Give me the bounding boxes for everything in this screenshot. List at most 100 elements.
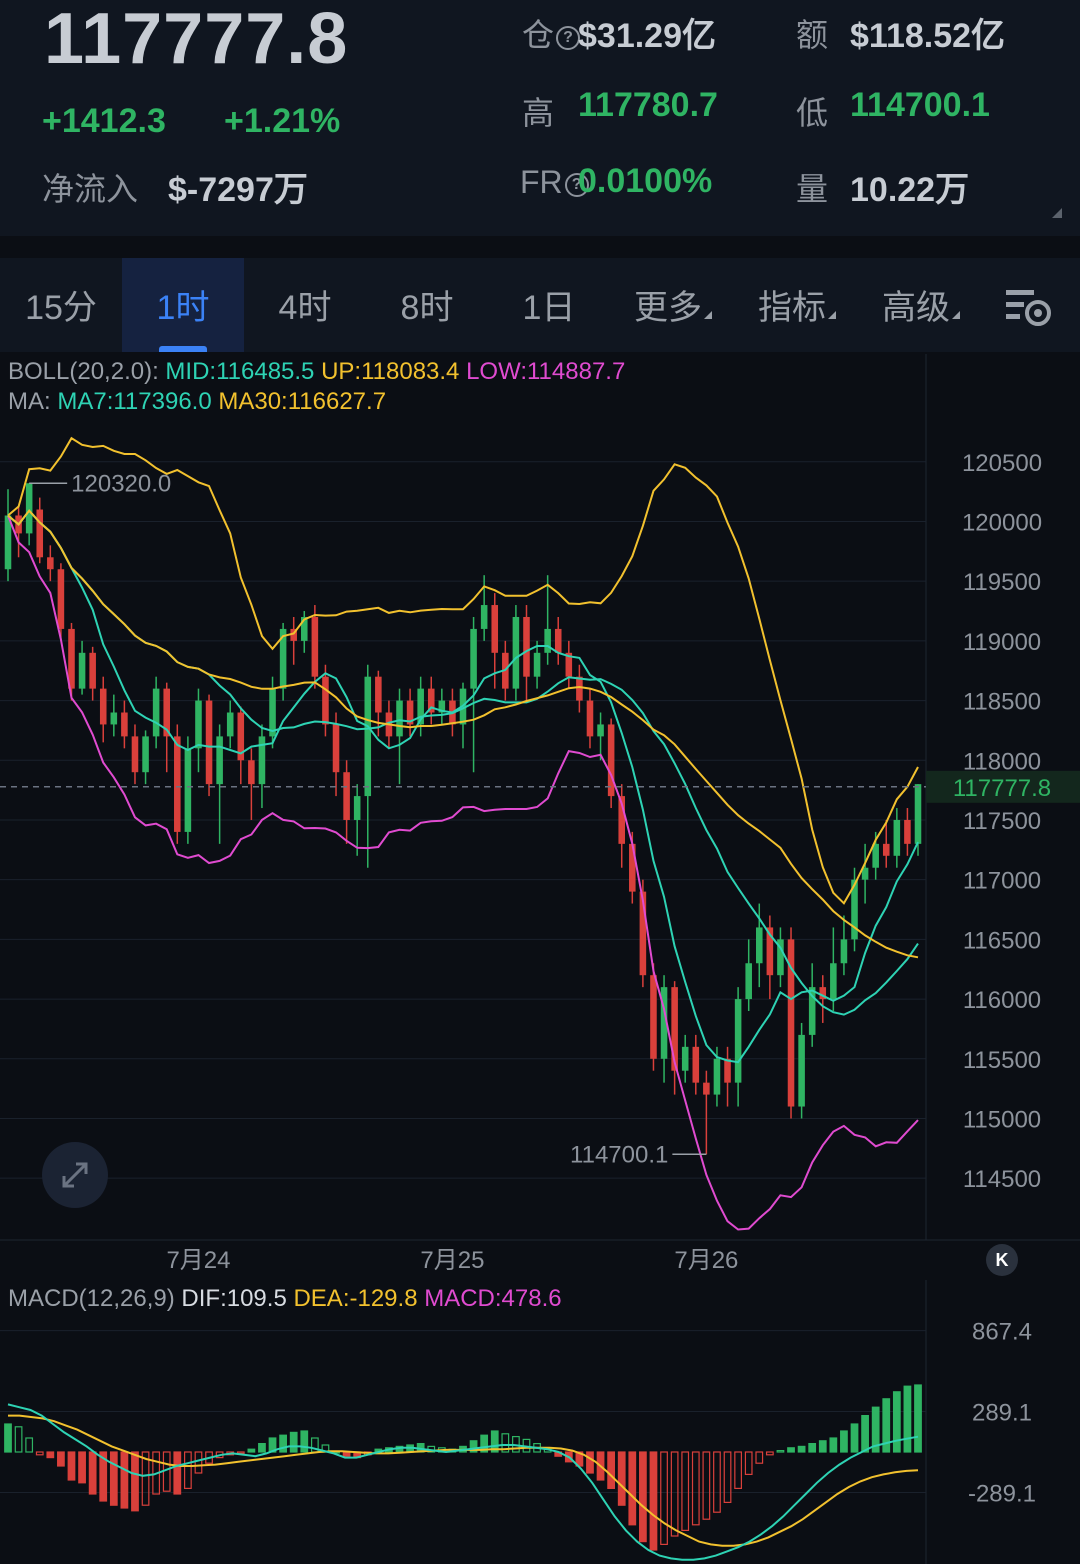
macd-bar [713,1451,721,1513]
expand-icon [62,1162,88,1188]
turnover-label: 额 [796,17,829,53]
tab-advanced[interactable]: 高级 [860,258,982,352]
candle-body [121,712,128,737]
x-tick-label: 7月26 [674,1247,738,1274]
chevron-left-icon[interactable]: K [986,1244,1018,1276]
candle-body [597,724,604,737]
candle-body [745,963,752,1000]
tab-label: 1日 [522,289,576,327]
macd-chart[interactable]: 867.4289.1-289.1-867.4 [0,1280,1080,1564]
boll-upper-line [7,436,919,905]
tab-label: 8时 [400,289,454,327]
candle-body [830,963,837,1000]
expand-header-icon[interactable] [1052,208,1062,218]
macd-bar [723,1451,732,1504]
y-tick-label: 118500 [963,689,1041,716]
macd-bar [586,1451,594,1474]
open-interest-label-text: 仓 [522,17,555,53]
candle-body [375,676,382,713]
macd-bar [57,1451,65,1467]
tab-4h[interactable]: 4时 [244,258,366,352]
macd-bar [797,1445,806,1453]
candle-body [533,652,541,677]
price-chart[interactable]: 1205001200001195001190001185001180001175… [0,354,1080,1280]
tab-8h[interactable]: 8时 [366,258,488,352]
candle-body [893,819,901,856]
macd-bar [173,1451,182,1495]
candle-body [216,736,223,785]
macd-bar [744,1451,753,1475]
tab-label: 1时 [156,289,210,327]
candle-body [195,700,202,749]
turnover-value: $118.52亿 [850,17,1006,55]
candle-body [353,796,361,820]
chart-settings-icon[interactable] [1004,286,1054,330]
tab-label: 指标 [758,289,826,327]
help-icon[interactable]: ? [556,26,581,50]
candle-body [36,509,44,558]
interval-tab-bar: 15分 1时 4时 8时 1日 更多 指标 高级 [0,258,1080,352]
candle-body [25,483,33,534]
macd-bar [247,1448,256,1453]
price-change: +1412.3 [42,102,166,140]
candle-body [576,676,583,701]
candle-body [755,927,763,964]
macd-bar [787,1447,795,1453]
macd-bar [300,1430,309,1453]
candle-body [872,843,879,868]
tab-indicators[interactable]: 指标 [736,258,858,352]
candle-body [798,1034,805,1107]
candle-body [544,628,551,653]
candle-body [882,843,890,856]
macd-bar [670,1451,679,1537]
last-price-tag-label: 117777.8 [953,775,1051,802]
net-inflow-value: $-7297万 [168,171,308,209]
macd-bar [67,1451,76,1481]
tab-label: 15分 [25,289,97,327]
candle-body [184,748,192,832]
macd-bar [660,1451,668,1546]
y-tick-label: 289.1 [972,1400,1032,1427]
candle-body [554,628,562,653]
macd-bar [279,1434,287,1453]
high-label: 高 [522,95,555,131]
boll-lower-line [7,515,919,1231]
open-interest-label: 仓? [522,10,582,56]
macd-bar [755,1451,764,1464]
candles [4,483,922,1155]
candle-body [491,605,499,653]
candle-body [681,1046,689,1071]
volume-value: 10.22万 [850,171,970,209]
active-tab-indicator [159,346,207,352]
candle-body [364,676,372,797]
candle-body [47,557,54,570]
candle-body [512,616,520,689]
y-tick-label: 115000 [963,1106,1041,1133]
y-tick-label: 117000 [963,868,1041,895]
candle-body [174,736,181,832]
macd-bar [892,1391,901,1453]
candle-body [343,772,350,820]
candle-body [724,1058,731,1083]
macd-bar [829,1437,838,1453]
tab-more[interactable]: 更多 [612,258,734,352]
candle-body [110,712,118,725]
y-tick-label: -289.1 [968,1480,1036,1507]
low-value: 114700.1 [850,86,990,124]
tab-label: 4时 [278,289,332,327]
tab-15m[interactable]: 15分 [0,258,122,352]
candle-body [78,652,86,689]
funding-rate-label-text: FR [520,164,563,200]
candle-body [142,736,149,773]
y-tick-label: 116500 [963,927,1041,954]
tab-label: 高级 [882,289,950,327]
candle-body [692,1046,700,1083]
tab-1h[interactable]: 1时 [122,258,244,352]
candle-body [904,819,911,844]
y-tick-label: 116000 [963,987,1041,1014]
expand-chart-button[interactable] [42,1142,108,1208]
macd-bar [850,1423,859,1453]
macd-bar [691,1451,700,1526]
candle-body [396,700,403,737]
tab-1d[interactable]: 1日 [488,258,610,352]
